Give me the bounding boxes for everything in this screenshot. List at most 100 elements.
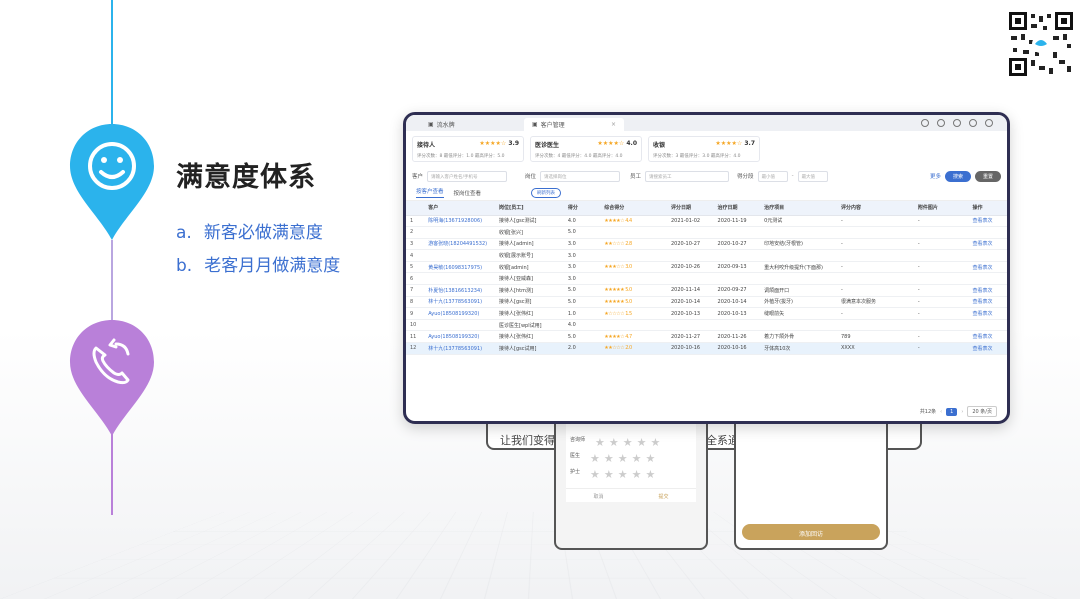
search-button[interactable]: 搜索: [944, 170, 971, 182]
star-icon[interactable]: ★★★★★: [590, 468, 659, 481]
tab-icon: ▣: [428, 121, 434, 128]
add-followup-button[interactable]: 添加回访: [742, 524, 880, 540]
rating-label: 护士: [570, 469, 581, 475]
staff-select[interactable]: 请搜索员工: [645, 170, 730, 182]
tab-customer[interactable]: ▣ 客户管理 ×: [524, 118, 624, 131]
table-cell[interactable]: [424, 249, 496, 262]
rating-label: 咨询师: [570, 437, 586, 443]
view-link[interactable]: 查看表次: [968, 284, 1007, 297]
table-cell: 5.0: [563, 226, 601, 239]
table-cell: [913, 226, 969, 239]
column-header: 治疗项目: [760, 201, 837, 216]
table-cell: ★☆☆☆☆ 1.5: [600, 307, 667, 320]
table-cell[interactable]: Ayuo(18508199320): [424, 330, 496, 344]
window-tabs: ▣ 流水牌 ▣ 客户管理 ×: [406, 115, 1007, 131]
view-link[interactable]: [968, 272, 1007, 286]
column-header: 评分内容: [836, 201, 914, 216]
prev-page-icon[interactable]: ‹: [940, 409, 942, 415]
bell-icon[interactable]: [937, 119, 945, 127]
table-row[interactable]: 6 接待人[亚威森] 3.0: [406, 272, 1007, 286]
table-row[interactable]: 10 医诊医生[wpl试用] 4.0: [406, 319, 1007, 332]
score-max-input[interactable]: 最大值: [797, 170, 828, 182]
slide-title: 满意度体系: [176, 162, 316, 193]
search-icon[interactable]: [921, 119, 929, 127]
view-link[interactable]: [968, 226, 1007, 239]
reset-button[interactable]: 重置: [974, 170, 1001, 182]
view-link[interactable]: [968, 249, 1007, 262]
page-number[interactable]: 1: [946, 407, 958, 416]
card-title: 接待人: [417, 142, 436, 149]
table-cell: -: [913, 296, 969, 309]
view-link[interactable]: 查看表次: [968, 215, 1007, 228]
view-link[interactable]: 查看表次: [968, 238, 1007, 251]
table-row[interactable]: 3 游客张晓(18204491532) 接待人[admin] 3.0 ★★☆☆☆ 2.8…: [406, 238, 1007, 251]
table-cell[interactable]: [424, 272, 496, 286]
next-page-icon[interactable]: ›: [961, 409, 963, 415]
table-cell: 5.0: [563, 296, 601, 309]
page-size-select[interactable]: 20 条/页: [967, 406, 997, 417]
table-cell: 2020-11-19: [713, 215, 761, 228]
table-cell[interactable]: Ayuo(18508199320): [424, 307, 496, 320]
table-row[interactable]: 7 朴夏怡(13816613234) 接待人[htm测] 5.0 ★★★★★ 5.0 20…: [406, 284, 1007, 297]
table-cell[interactable]: 朴夏怡(13816613234): [424, 284, 496, 297]
table-cell: ★★★★☆ 4.4: [600, 215, 667, 228]
table-row[interactable]: 8 林十九(13778563091) 接待人[gsc测] 5.0 ★★★★★ 5.0 20…: [406, 296, 1007, 309]
column-header: 附件图片: [913, 201, 969, 216]
view-link[interactable]: 查看表次: [968, 342, 1007, 355]
cancel-button[interactable]: 取消: [566, 489, 631, 502]
customer-search-input[interactable]: 请输入客户姓名/手机号: [427, 170, 508, 182]
score-min-input[interactable]: 最小值: [757, 170, 788, 182]
position-select[interactable]: 请选择岗位: [540, 170, 621, 182]
user-icon[interactable]: [969, 119, 977, 127]
view-link[interactable]: [968, 319, 1007, 332]
table-cell: 11: [406, 330, 425, 344]
table-row[interactable]: 5 黄昊敏(16098317975) 收银[admin] 3.0 ★★★☆☆ 3.0 20…: [406, 261, 1007, 274]
table-cell[interactable]: 黄昊敏(16098317975): [424, 261, 496, 274]
column-header: 岗位[员工]: [495, 201, 564, 216]
close-icon[interactable]: ×: [611, 121, 616, 128]
submit-button[interactable]: 提交: [631, 489, 696, 502]
table-cell: 2020-10-16: [667, 342, 714, 355]
tab-by-position[interactable]: 按岗位查看: [454, 189, 482, 197]
table-cell: [600, 249, 667, 262]
tab-by-customer[interactable]: 按客户查看: [416, 187, 444, 198]
table-row[interactable]: 9 Ayuo(18508199320) 接待人[张伟红] 1.0 ★☆☆☆☆ 1.5 20…: [406, 307, 1007, 320]
view-link[interactable]: 查看表次: [968, 307, 1007, 320]
table-cell[interactable]: 游客张晓(18204491532): [424, 238, 496, 251]
card-score: 3.7: [744, 140, 755, 147]
table-cell: 2020-10-27: [713, 238, 761, 251]
table-header-row: 客户 岗位[员工] 得分 综合得分 评分日期 治疗日期 治疗项目 评分内容 附件图片 操作: [406, 201, 1007, 216]
rating-label: 医生: [570, 453, 581, 459]
view-link[interactable]: 查看表次: [968, 330, 1007, 344]
star-icon[interactable]: ★★★★★: [595, 436, 664, 449]
table-row[interactable]: 2 收银[张兴] 5.0: [406, 226, 1007, 239]
timeline-line-bottom: [111, 430, 113, 515]
crm-window: ▣ 流水牌 ▣ 客户管理 × 接待人 ★★★★☆ 3.9 评分次数：8 最低评分：1.0 …: [403, 112, 1010, 424]
table-row[interactable]: 12 林十九(13778563091) 接待人[gsc试用] 2.0 ★★☆☆☆ 2.0…: [406, 342, 1007, 355]
menu-icon[interactable]: [985, 119, 993, 127]
table-row[interactable]: 11 Ayuo(18508199320) 接待人[张伟红] 5.0 ★★★★☆ 4.7 2…: [406, 330, 1007, 344]
star-icon[interactable]: ★★★★★: [590, 452, 659, 465]
table-cell: 2020-10-16: [713, 342, 761, 355]
gear-icon[interactable]: [953, 119, 961, 127]
table-cell[interactable]: 陈明海(13671928006): [424, 215, 496, 228]
table-cell[interactable]: 林十九(13778563091): [424, 296, 496, 309]
tab-label: 流水牌: [436, 122, 455, 129]
table-cell: 医诊医生[wpl试用]: [495, 319, 564, 332]
more-filters-link[interactable]: 更多: [930, 172, 941, 180]
card-sub: 评分次数：8 最低评分：1.0 最高评分：5.0: [417, 154, 505, 159]
table-cell[interactable]: [424, 319, 496, 332]
table-row[interactable]: 1 陈明海(13671928006) 接待人[gsc测试] 4.0 ★★★★☆ 4.4 2…: [406, 215, 1007, 228]
refresh-button[interactable]: 刷新列表: [531, 187, 562, 198]
tab-flow[interactable]: ▣ 流水牌: [420, 118, 520, 131]
table-cell: ★★★★★ 5.0: [600, 284, 667, 297]
table-cell: [667, 272, 714, 286]
table-row[interactable]: 4 收银[展示账号] 3.0: [406, 249, 1007, 262]
table-cell[interactable]: [424, 226, 496, 239]
view-link[interactable]: 查看表次: [968, 261, 1007, 274]
card-title: 医诊医生: [535, 142, 560, 149]
view-link[interactable]: 查看表次: [968, 296, 1007, 309]
table-cell: ★★★☆☆ 3.0: [600, 261, 667, 274]
table-cell: 1.0: [563, 307, 601, 320]
table-cell[interactable]: 林十九(13778563091): [424, 342, 496, 355]
